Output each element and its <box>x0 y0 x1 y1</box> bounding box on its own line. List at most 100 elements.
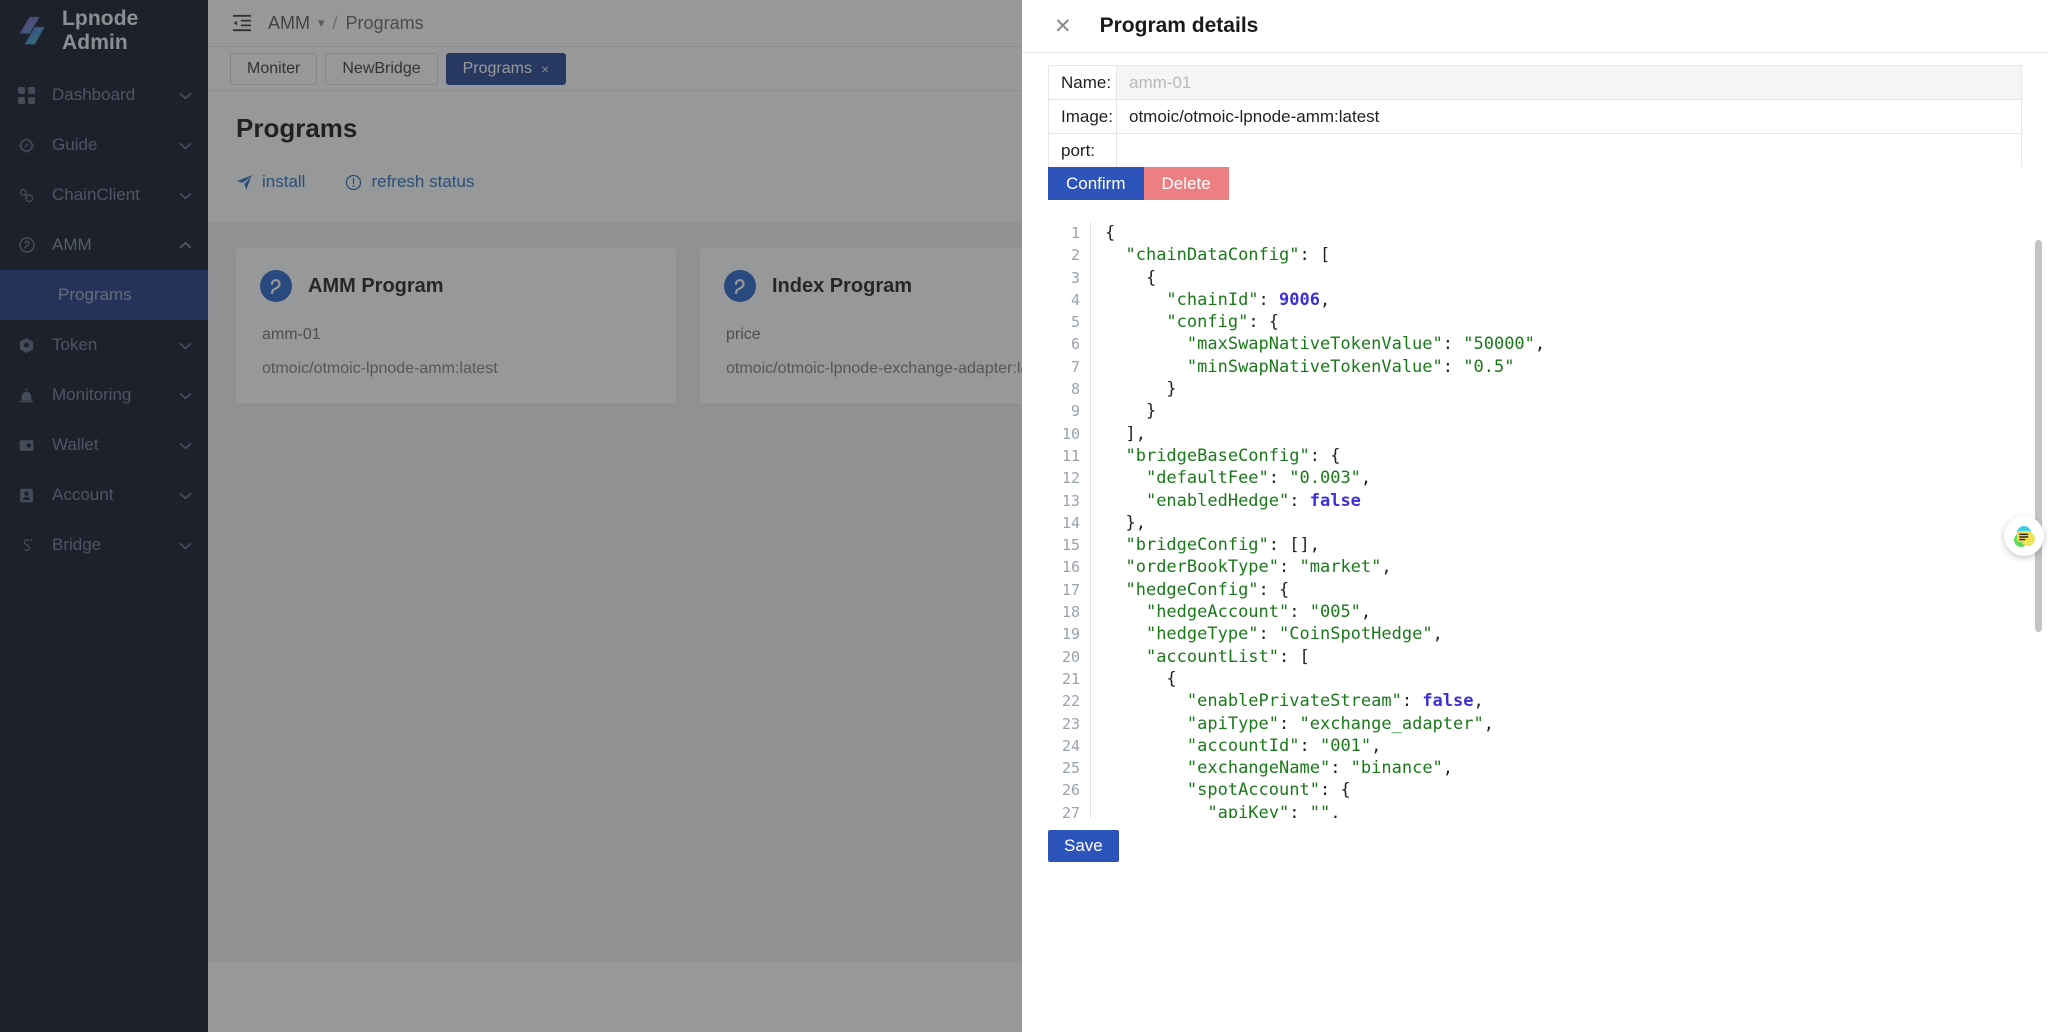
code-line: 17 "hedgeConfig": { <box>1048 578 2022 602</box>
line-number: 27 <box>1061 803 1080 818</box>
code-line: 18 "hedgeAccount": "005", <box>1048 601 2022 624</box>
code-line: 25 "exchangeName": "binance", <box>1048 757 2022 780</box>
drawer-scrollbar[interactable] <box>2035 240 2042 632</box>
line-number: 12 <box>1061 469 1080 488</box>
code-line: 2 "chainDataConfig": [ <box>1048 244 2022 267</box>
code-line: 26 "spotAccount": { <box>1048 779 2022 802</box>
form-buttons: Confirm Delete <box>1048 167 2022 200</box>
code-text: "accountList": [ <box>1145 646 1310 667</box>
code-text: "spotAccount": { <box>1186 780 1351 801</box>
code-line: 10 ], <box>1048 422 2022 445</box>
line-number: 8 <box>1070 380 1080 399</box>
line-number: 26 <box>1061 781 1080 800</box>
code-line: 27 "apiKey": "", <box>1048 801 2022 818</box>
code-line: 21 { <box>1048 667 2022 691</box>
code-line: 19 "hedgeType": "CoinSpotHedge", <box>1048 623 2022 646</box>
line-number: 11 <box>1061 446 1080 465</box>
code-text: "hedgeType": "CoinSpotHedge", <box>1145 624 1443 645</box>
code-line: 16 "orderBookType": "market", <box>1048 556 2022 579</box>
code-text: } <box>1105 401 1157 422</box>
port-input[interactable] <box>1117 134 2021 167</box>
image-input[interactable] <box>1117 100 2021 133</box>
code-text: ], <box>1105 423 1146 444</box>
line-number: 18 <box>1061 603 1080 622</box>
line-number: 21 <box>1061 669 1080 688</box>
code-text: { <box>1105 267 1157 288</box>
program-form: Name: Image: port: Confirm Delete <box>1022 53 2048 200</box>
code-text: "maxSwapNativeTokenValue": "50000", <box>1186 334 1546 355</box>
chat-note-icon[interactable] <box>2004 516 2044 556</box>
port-label: port: <box>1049 134 1117 167</box>
line-number: 7 <box>1070 357 1080 376</box>
code-text: "bridgeBaseConfig": { <box>1125 445 1341 466</box>
code-text: "exchangeName": "binance", <box>1186 758 1454 779</box>
app-root: Lpnode Admin Dashboard Guide <box>0 0 2048 1032</box>
line-number: 25 <box>1061 759 1080 778</box>
code-line: 23 "apiType": "exchange_adapter", <box>1048 712 2022 735</box>
code-text: "apiKey": "", <box>1207 802 1341 818</box>
code-text: "bridgeConfig": [], <box>1125 535 1320 556</box>
code-text: "accountId": "001", <box>1186 735 1382 756</box>
drawer-header: ✕ Program details <box>1022 0 2048 53</box>
json-editor[interactable]: 1{2 "chainDataConfig": [3 {4 "chainId": … <box>1048 222 2022 818</box>
code-text: { <box>1105 223 1116 243</box>
code-line: 7 "minSwapNativeTokenValue": "0.5" <box>1048 355 2022 379</box>
line-number: 14 <box>1061 513 1080 532</box>
code-text: "orderBookType": "market", <box>1125 557 1392 578</box>
line-number: 15 <box>1061 536 1080 555</box>
code-text: "enablePrivateStream": false, <box>1186 691 1484 712</box>
close-icon[interactable]: ✕ <box>1054 16 1072 37</box>
code-text: } <box>1105 379 1177 400</box>
name-input[interactable] <box>1117 66 2021 99</box>
delete-button[interactable]: Delete <box>1143 167 1229 200</box>
json-editor-wrap: 1{2 "chainDataConfig": [3 {4 "chainId": … <box>1048 222 2022 818</box>
save-button[interactable]: Save <box>1048 830 1119 862</box>
line-number: 19 <box>1061 625 1080 644</box>
code-line: 24 "accountId": "001", <box>1048 734 2022 758</box>
form-row-name: Name: <box>1048 65 2022 99</box>
code-line: 20 "accountList": [ <box>1048 645 2022 668</box>
code-line: 11 "bridgeBaseConfig": { <box>1048 444 2022 468</box>
program-details-drawer: ✕ Program details Name: Image: port: Con… <box>1022 0 2048 1032</box>
line-number: 1 <box>1070 224 1080 242</box>
form-row-image: Image: <box>1048 99 2022 133</box>
code-text: }, <box>1105 512 1146 533</box>
code-text: "chainDataConfig": [ <box>1125 245 1331 266</box>
line-number: 6 <box>1070 335 1080 354</box>
code-line: 8 } <box>1048 378 2022 401</box>
line-number: 22 <box>1061 692 1080 711</box>
line-number: 5 <box>1070 313 1080 332</box>
line-number: 3 <box>1070 268 1080 287</box>
code-text: "enabledHedge": false <box>1145 490 1361 511</box>
line-number: 17 <box>1061 580 1080 599</box>
code-text: "apiType": "exchange_adapter", <box>1186 713 1494 734</box>
name-label: Name: <box>1049 66 1117 99</box>
code-text: "hedgeAccount": "005", <box>1145 602 1372 623</box>
save-row: Save <box>1022 818 2048 862</box>
code-text: "hedgeConfig": { <box>1125 579 1290 600</box>
line-number: 4 <box>1070 290 1080 309</box>
line-number: 13 <box>1061 491 1080 510</box>
code-line: 13 "enabledHedge": false <box>1048 489 2022 512</box>
code-line: 22 "enablePrivateStream": false, <box>1048 690 2022 713</box>
code-line: 14 }, <box>1048 511 2022 535</box>
confirm-button[interactable]: Confirm <box>1048 167 1144 200</box>
line-number: 20 <box>1061 647 1080 666</box>
line-number: 16 <box>1061 558 1080 577</box>
code-line: 3 { <box>1048 266 2022 289</box>
line-number: 24 <box>1061 736 1080 755</box>
code-text: "config": { <box>1166 312 1280 333</box>
code-line: 9 } <box>1048 400 2022 423</box>
code-text: "chainId": 9006, <box>1166 289 1331 310</box>
image-label: Image: <box>1049 100 1117 133</box>
code-line: 4 "chainId": 9006, <box>1048 288 2022 312</box>
form-row-port: port: <box>1048 133 2022 167</box>
line-number: 10 <box>1061 424 1080 443</box>
line-number: 23 <box>1061 714 1080 733</box>
drawer-title: Program details <box>1099 14 1259 37</box>
code-text: "defaultFee": "0.003", <box>1145 468 1372 489</box>
code-line: 6 "maxSwapNativeTokenValue": "50000", <box>1048 333 2022 356</box>
code-line: 1{ <box>1048 222 2022 245</box>
code-text: { <box>1105 668 1177 689</box>
line-number: 9 <box>1070 402 1080 421</box>
